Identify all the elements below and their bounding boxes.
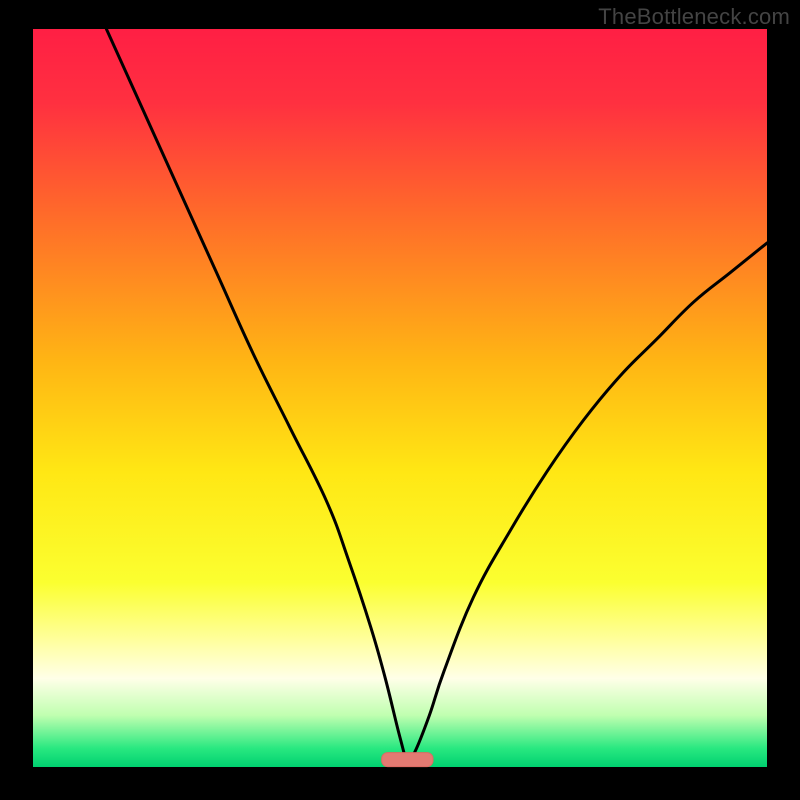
- attribution-label: TheBottleneck.com: [598, 4, 790, 30]
- optimum-marker: [382, 753, 433, 767]
- plot-background: [33, 29, 767, 767]
- chart-frame: TheBottleneck.com: [0, 0, 800, 800]
- bottleneck-chart: [0, 0, 800, 800]
